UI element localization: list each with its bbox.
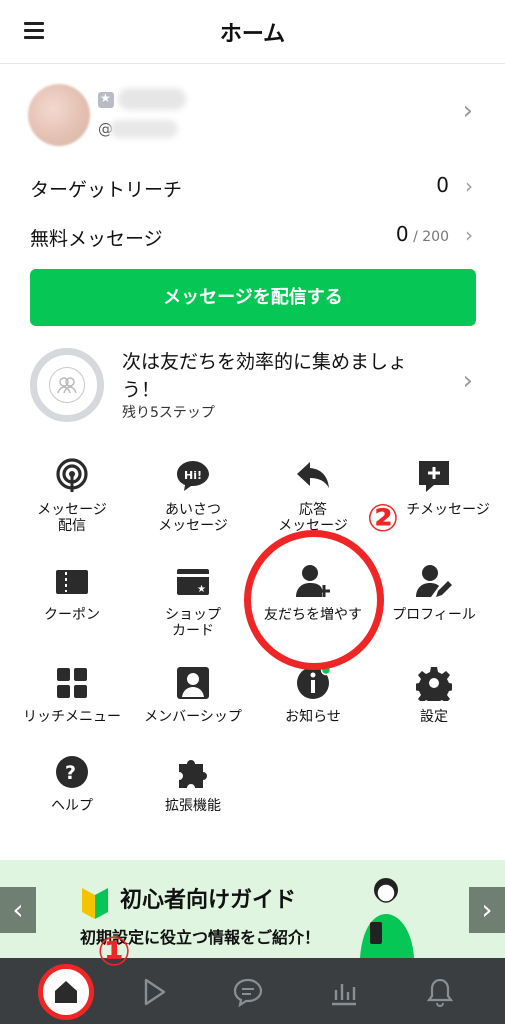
tile-shop-card[interactable]: ★ ショップ カード xyxy=(133,563,253,639)
tile-membership[interactable]: メンバーシップ xyxy=(133,665,253,725)
tile-auto-reply[interactable]: 応答 メッセージ xyxy=(253,458,373,534)
chevron-right-icon: › xyxy=(465,174,473,198)
membership-icon xyxy=(175,665,211,701)
home-screen: ホーム @ › ターゲットリーチ 0 › 無料メッセージ 0 / 200 › メ… xyxy=(0,0,505,1024)
send-message-button[interactable]: メッセージを配信する xyxy=(30,269,476,326)
tile-settings[interactable]: 設定 xyxy=(374,665,494,725)
home-icon xyxy=(55,981,77,1003)
app-header: ホーム xyxy=(0,0,505,64)
progress-ring xyxy=(30,348,104,422)
svg-text:Hi!: Hi! xyxy=(184,469,202,482)
tab-play[interactable] xyxy=(134,972,174,1012)
tile-label: リッチメニュー xyxy=(23,709,121,725)
tile-label: プロフィール xyxy=(392,607,476,623)
highlight-circle-add-friends xyxy=(244,530,384,670)
bell-icon xyxy=(426,978,454,1007)
tile-notices[interactable]: お知らせ xyxy=(253,664,373,725)
annotation-step-1: ① xyxy=(97,929,131,975)
tile-label: 拡張機能 xyxy=(165,798,221,814)
tile-broadcast[interactable]: メッセージ 配信 xyxy=(12,458,132,534)
onboarding-steps-card[interactable]: 次は友だちを効率的に集めましょう！ 残り5ステップ › xyxy=(0,340,505,430)
tile-label: お知らせ xyxy=(285,709,341,725)
rich-menu-icon xyxy=(54,665,90,701)
tile-label: メンバーシップ xyxy=(144,709,242,725)
chevron-right-icon: › xyxy=(462,96,473,126)
hi-bubble-icon: Hi! xyxy=(175,458,211,494)
profile-edit-icon xyxy=(416,563,452,599)
avatar xyxy=(28,84,90,146)
free-message-row[interactable]: 無料メッセージ 0 / 200 › xyxy=(30,216,475,256)
tile-extensions[interactable]: 拡張機能 xyxy=(133,754,253,814)
play-icon xyxy=(144,978,166,1006)
chevron-right-icon: › xyxy=(465,223,473,247)
banner-prev-button[interactable]: ‹ xyxy=(0,887,36,933)
page-title: ホーム xyxy=(219,22,286,47)
tab-analytics[interactable] xyxy=(324,972,364,1012)
guide-person-icon xyxy=(360,878,414,958)
steps-title: 次は友だちを効率的に集めましょう！ xyxy=(122,351,408,401)
tab-home[interactable] xyxy=(38,964,94,1020)
target-reach-value: 0 xyxy=(436,173,449,197)
account-id-blurred xyxy=(110,120,178,138)
free-message-value: 0 / 200 xyxy=(395,222,449,246)
broadcast-icon xyxy=(54,458,90,494)
tile-greeting[interactable]: Hi! あいさつ メッセージ xyxy=(133,458,253,534)
reply-arrow-icon xyxy=(295,458,331,494)
chevron-right-icon: › xyxy=(462,366,473,396)
beginner-mark-icon xyxy=(82,888,108,919)
banner-title: 初心者向けガイド xyxy=(120,888,297,913)
shop-card-icon: ★ xyxy=(175,563,211,599)
tile-label: クーポン xyxy=(44,607,100,623)
analytics-icon xyxy=(332,984,356,1006)
info-icon xyxy=(295,664,332,701)
banner-next-button[interactable]: › xyxy=(469,887,505,933)
tile-label: ショップ カード xyxy=(165,607,221,639)
tile-coupon[interactable]: クーポン xyxy=(12,563,132,623)
account-row[interactable]: @ › xyxy=(0,78,505,158)
coupon-icon xyxy=(54,563,90,599)
svg-text:★: ★ xyxy=(197,584,206,595)
guide-banner[interactable]: ‹ 初心者向けガイド 初期設定に役立つ情報をご紹介！ › xyxy=(0,860,505,958)
gear-icon xyxy=(414,665,454,707)
rich-message-icon xyxy=(416,458,452,494)
target-reach-label: ターゲットリーチ xyxy=(30,179,183,201)
tab-chat[interactable] xyxy=(228,972,268,1012)
tile-label: 設定 xyxy=(420,709,448,725)
tile-rich-menu[interactable]: リッチメニュー xyxy=(12,665,132,725)
account-name-blurred xyxy=(118,88,186,110)
annotation-step-2: ② xyxy=(356,492,410,546)
steps-remaining: 残り5ステップ xyxy=(122,405,215,421)
friends-icon xyxy=(57,377,77,394)
puzzle-icon xyxy=(175,754,211,790)
tile-label: あいさつ メッセージ xyxy=(158,502,228,534)
tile-profile[interactable]: プロフィール xyxy=(374,563,494,623)
chat-icon xyxy=(233,978,263,1008)
tile-label: メッセージ 配信 xyxy=(37,502,107,534)
tile-help[interactable]: ? ヘルプ xyxy=(12,754,132,814)
account-badge-icon xyxy=(98,91,114,108)
tile-label: ヘルプ xyxy=(51,798,93,814)
help-icon: ? xyxy=(54,754,90,790)
svg-text:?: ? xyxy=(65,762,76,784)
free-message-label: 無料メッセージ xyxy=(30,228,163,250)
target-reach-row[interactable]: ターゲットリーチ 0 › xyxy=(30,167,475,207)
tab-notifications[interactable] xyxy=(420,972,460,1012)
